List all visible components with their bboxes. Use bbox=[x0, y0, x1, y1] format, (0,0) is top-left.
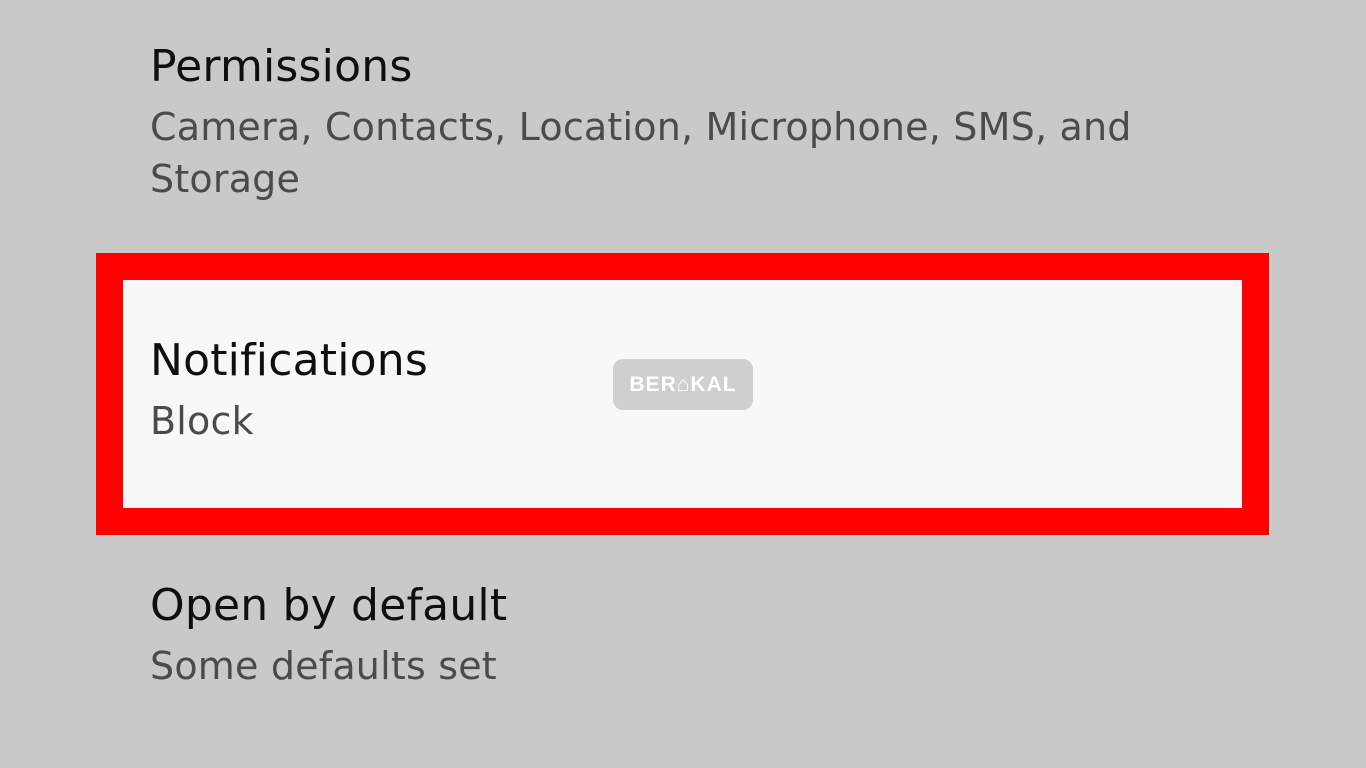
permissions-setting[interactable]: Permissions Camera, Contacts, Location, … bbox=[150, 41, 1216, 205]
watermark-logo: BER⌂KAL bbox=[613, 359, 753, 410]
open-by-default-title: Open by default bbox=[150, 580, 508, 631]
open-by-default-setting[interactable]: Open by default Some defaults set bbox=[150, 580, 1216, 692]
open-by-default-subtitle: Some defaults set bbox=[150, 643, 497, 688]
permissions-title: Permissions bbox=[150, 41, 413, 92]
permissions-subtitle: Camera, Contacts, Location, Microphone, … bbox=[150, 104, 1132, 201]
